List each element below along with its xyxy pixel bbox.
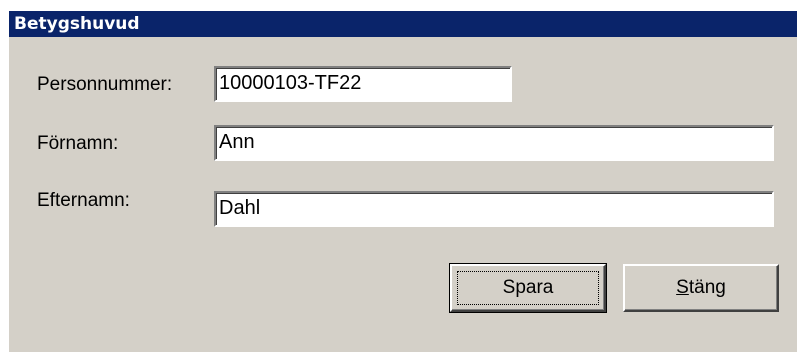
close-button[interactable]: Stäng xyxy=(623,264,779,312)
personnummer-field[interactable]: 10000103-TF22 xyxy=(214,66,512,102)
close-accelerator-key: S xyxy=(676,277,689,298)
save-button-label: Spara xyxy=(502,277,554,298)
personnummer-label: Personnummer: xyxy=(37,74,173,95)
close-label-rest: täng xyxy=(688,277,726,298)
save-button[interactable]: Spara xyxy=(449,263,607,313)
efternamn-field[interactable]: Dahl xyxy=(214,191,774,227)
dialog-window: Betygshuvud Personnummer: 10000103-TF22 … xyxy=(8,10,797,352)
efternamn-label: Efternamn: xyxy=(37,190,130,211)
close-button-label: Stäng xyxy=(676,277,726,299)
window-title: Betygshuvud xyxy=(9,11,797,37)
fornamn-label: Förnamn: xyxy=(37,133,119,154)
fornamn-field[interactable]: Ann xyxy=(214,125,774,161)
